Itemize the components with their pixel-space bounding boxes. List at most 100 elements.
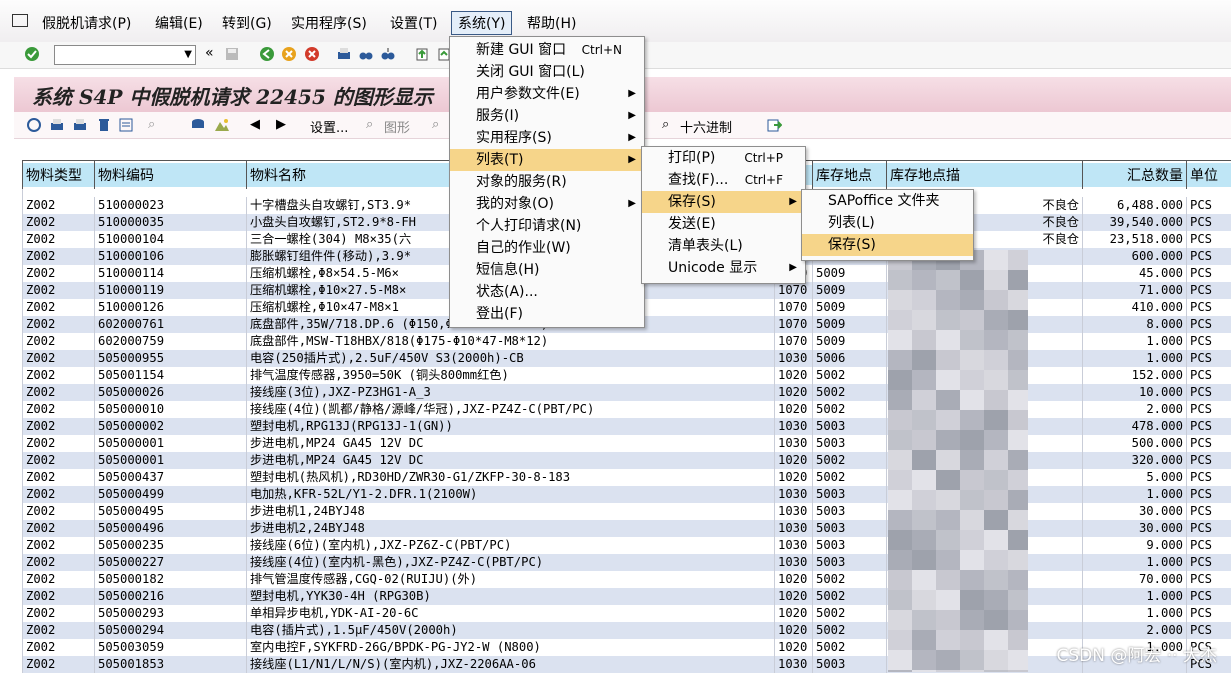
table-row[interactable]: Z002505000227接线座(4位)(室内机-黑色),JXZ-PZ4Z-C(…	[23, 554, 1231, 571]
save-menu-item[interactable]: 保存(S)	[802, 234, 973, 256]
cell-storage-location: 5002	[813, 452, 887, 469]
system-menu-item[interactable]: 用户参数文件(E)▶	[450, 83, 644, 105]
cell-total-quantity: 478.000	[1083, 418, 1187, 435]
system-menu-item[interactable]: 登出(F)	[450, 303, 644, 325]
table-row[interactable]: Z002505000182排气管温度传感器,CGQ-02(RUIJU)(外)10…	[23, 571, 1231, 588]
cell-unit: PCS	[1187, 282, 1231, 299]
table-row[interactable]: Z002505003059室内电控F,SYKFRD-26G/BPDK-PG-JY…	[23, 639, 1231, 656]
export-icon[interactable]	[766, 117, 782, 133]
cell-storage-location: 5003	[813, 486, 887, 503]
save-icon[interactable]	[224, 46, 240, 62]
list-menu-item[interactable]: 查找(F)...Ctrl+F	[642, 169, 805, 191]
list-menu-item-label: 发送(E)	[668, 216, 716, 232]
table-row[interactable]: Z002505000216塑封电机,YYK30-4H (RPG30B)10205…	[23, 588, 1231, 605]
menu-edit[interactable]: 编辑(E)	[155, 13, 203, 33]
menu-system[interactable]: 系统(Y)	[451, 11, 512, 35]
hex-button[interactable]: 十六进制	[680, 117, 732, 136]
table-row[interactable]: Z002505000026接线座(3位),JXZ-PZ3HG1-A_310205…	[23, 384, 1231, 401]
database-icon[interactable]	[190, 117, 206, 133]
save-menu-item[interactable]: SAPoffice 文件夹	[802, 190, 973, 212]
mountain-icon[interactable]	[214, 117, 230, 133]
cell-material-name: 塑封电机,YYK30-4H (RPG30B)	[247, 588, 775, 605]
table-row[interactable]: Z002505000002塑封电机,RPG13J(RPG13J-1(GN))10…	[23, 418, 1231, 435]
system-menu-item[interactable]: 对象的服务(R)	[450, 171, 644, 193]
print-icon[interactable]	[336, 46, 352, 62]
blur-tile	[984, 590, 1008, 610]
table-row[interactable]: Z002602000759底盘部件,MSW-T18HBX/818(Φ175-Φ1…	[23, 333, 1231, 350]
blur-tile	[936, 650, 960, 670]
chevron-down-icon[interactable]: ▼	[184, 49, 192, 60]
list-menu-item[interactable]: 保存(S)▶	[642, 191, 805, 213]
window-menu-icon[interactable]	[12, 14, 28, 27]
column-header-storage-location[interactable]: 库存地点	[813, 161, 887, 190]
refresh-icon[interactable]	[26, 117, 42, 133]
system-menu-item[interactable]: 实用程序(S)▶	[450, 127, 644, 149]
system-menu-item[interactable]: 自己的作业(W)	[450, 237, 644, 259]
table-row[interactable]: Z002505000294电容(插片式),1.5μF/450V(2000h)10…	[23, 622, 1231, 639]
table-row[interactable]: Z002505001154排气温度传感器,3950=50K (铜头800mm红色…	[23, 367, 1231, 384]
exit-icon[interactable]	[281, 46, 297, 62]
glasses-icon[interactable]: ⌕	[148, 117, 155, 132]
list-menu-item[interactable]: Unicode 显示▶	[642, 257, 805, 279]
print-icon[interactable]	[49, 117, 65, 133]
graphic-button[interactable]: 图形	[384, 117, 410, 136]
enter-check-icon[interactable]	[24, 46, 40, 62]
list-menu-item-label: 清单表头(L)	[668, 238, 743, 254]
list-menu-item[interactable]: 发送(E)	[642, 213, 805, 235]
first-page-arrow-icon[interactable]: ◀	[250, 117, 260, 132]
system-menu-item[interactable]: 新建 GUI 窗口Ctrl+N	[450, 39, 644, 61]
table-row[interactable]: Z002505000437塑封电机(热风机),RD30HD/ZWR30-G1/Z…	[23, 469, 1231, 486]
table-row[interactable]: Z002505001853接线座(L1/N1/L/N/S)(室内机),JXZ-2…	[23, 656, 1231, 673]
menu-utilities[interactable]: 实用程序(S)	[291, 13, 367, 33]
settings-button[interactable]: 设置...	[310, 117, 348, 136]
back-icon[interactable]	[259, 46, 275, 62]
next-page-arrow-icon[interactable]: ▶	[276, 117, 286, 132]
list-menu-item[interactable]: 打印(P)Ctrl+P	[642, 147, 805, 169]
system-menu-item[interactable]: 服务(I)▶	[450, 105, 644, 127]
system-menu-item[interactable]: 短信息(H)	[450, 259, 644, 281]
system-menu-item[interactable]: 个人打印请求(N)	[450, 215, 644, 237]
print-settings-icon[interactable]	[72, 117, 88, 133]
system-menu-item[interactable]: 列表(T)▶	[450, 149, 644, 171]
attributes-icon[interactable]	[118, 117, 134, 133]
blur-tile	[888, 390, 912, 410]
menu-help[interactable]: 帮助(H)	[527, 13, 576, 33]
table-row[interactable]: Z002505000495步进电机1,24BYJ481030500330.000…	[23, 503, 1231, 520]
graphic-icon: ⌕	[366, 117, 373, 132]
table-row[interactable]: Z002505000001步进电机,MP24 GA45 12V DC103050…	[23, 435, 1231, 452]
blur-tile	[984, 570, 1008, 590]
cell-material-code: 505003059	[95, 639, 247, 656]
column-header-material-code[interactable]: 物料编码	[95, 161, 247, 190]
menu-settings[interactable]: 设置(T)	[390, 13, 437, 33]
table-row[interactable]: Z002505000001步进电机,MP24 GA45 12V DC102050…	[23, 452, 1231, 469]
system-menu-item[interactable]: 关闭 GUI 窗口(L)	[450, 61, 644, 83]
cancel-icon[interactable]	[304, 46, 320, 62]
table-row[interactable]: Z002505000499电加热,KFR-52L/Y1-2.DFR.1(2100…	[23, 486, 1231, 503]
command-field[interactable]: ▼	[54, 45, 196, 65]
system-menu-item-label: 对象的服务(R)	[476, 174, 567, 190]
table-row[interactable]: Z002505000293单相异步电机,YDK-AI-20-6C10205002…	[23, 605, 1231, 622]
collapse-arrow-icon[interactable]: «	[205, 45, 214, 61]
first-page-icon[interactable]	[414, 46, 430, 62]
find-next-icon[interactable]	[380, 46, 396, 62]
table-row[interactable]: Z002505000010接线座(4位)(凯都/静格/源峰/华冠),JXZ-PZ…	[23, 401, 1231, 418]
cell-material-type: Z002	[23, 316, 95, 333]
delete-icon[interactable]	[96, 117, 112, 133]
system-menu-item[interactable]: 我的对象(O)▶	[450, 193, 644, 215]
table-row[interactable]: Z002505000235接线座(6位)(室内机),JXZ-PZ6Z-C(PBT…	[23, 537, 1231, 554]
column-header-total-quantity[interactable]: 汇总数量	[1083, 161, 1187, 190]
column-header-unit[interactable]: 单位	[1187, 161, 1231, 190]
save-menu-item[interactable]: 列表(L)	[802, 212, 973, 234]
column-header-storage-description[interactable]: 库存地点描	[887, 161, 1083, 190]
column-header-material-type[interactable]: 物料类型	[23, 161, 95, 190]
menu-goto[interactable]: 转到(G)	[222, 13, 272, 33]
table-row[interactable]: Z002505000955电容(250插片式),2.5uF/450V S3(20…	[23, 350, 1231, 367]
system-menu-item[interactable]: 状态(A)...	[450, 281, 644, 303]
table-row[interactable]: Z002505000496步进电机2,24BYJ481030500330.000…	[23, 520, 1231, 537]
shortcut-hint: Ctrl+F	[745, 169, 783, 191]
blur-tile	[984, 290, 1008, 310]
find-icon[interactable]	[358, 46, 374, 62]
menu-spool-request[interactable]: 假脱机请求(P)	[42, 13, 131, 33]
list-menu-item[interactable]: 清单表头(L)	[642, 235, 805, 257]
cell-storage-location: 5002	[813, 401, 887, 418]
